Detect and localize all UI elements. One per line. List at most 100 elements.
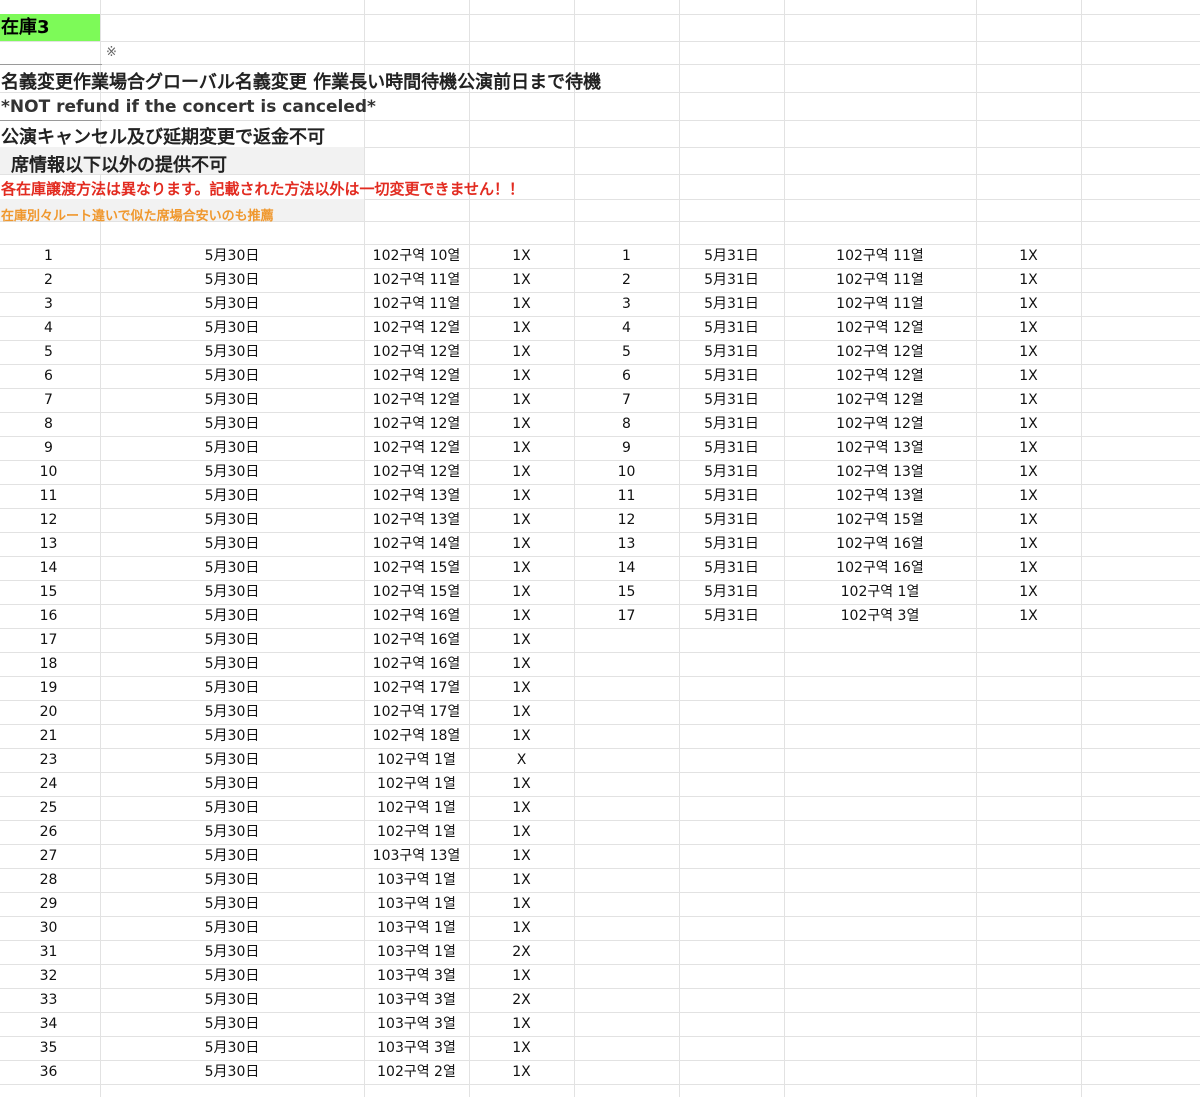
may30-cell-qty[interactable]: 1X xyxy=(469,964,574,988)
may31-cell-qty[interactable]: 1X xyxy=(976,436,1081,460)
may30-cell-date[interactable]: 5月30日 xyxy=(100,820,364,844)
may30-cell-seat[interactable]: 102구역 12열 xyxy=(364,340,469,364)
may30-cell-date[interactable]: 5月30日 xyxy=(100,772,364,796)
may30-cell-date[interactable]: 5月30日 xyxy=(100,748,364,772)
may30-cell-no[interactable]: 30 xyxy=(0,916,97,940)
may30-cell-qty[interactable]: 1X xyxy=(469,340,574,364)
may30-cell-no[interactable]: 32 xyxy=(0,964,97,988)
may31-cell-no[interactable]: 6 xyxy=(574,364,679,388)
may31-cell-seat[interactable]: 102구역 12열 xyxy=(784,388,976,412)
may30-cell-no[interactable]: 31 xyxy=(0,940,97,964)
may31-cell-no[interactable]: 10 xyxy=(574,460,679,484)
may30-cell-no[interactable]: 3 xyxy=(0,292,97,316)
may30-cell-seat[interactable]: 103구역 1열 xyxy=(364,892,469,916)
may31-cell-no[interactable]: 3 xyxy=(574,292,679,316)
may31-cell-seat[interactable]: 102구역 13열 xyxy=(784,436,976,460)
may31-cell-no[interactable]: 17 xyxy=(574,604,679,628)
may30-cell-qty[interactable]: 1X xyxy=(469,772,574,796)
may30-cell-seat[interactable]: 102구역 15열 xyxy=(364,580,469,604)
may31-cell-qty[interactable]: 1X xyxy=(976,244,1081,268)
may30-cell-no[interactable]: 10 xyxy=(0,460,97,484)
may31-cell-qty[interactable]: 1X xyxy=(976,484,1081,508)
may31-cell-date[interactable]: 5月31日 xyxy=(679,436,784,460)
may31-cell-qty[interactable]: 1X xyxy=(976,556,1081,580)
may30-cell-seat[interactable]: 103구역 3열 xyxy=(364,988,469,1012)
may30-cell-seat[interactable]: 102구역 13열 xyxy=(364,484,469,508)
may30-cell-no[interactable]: 13 xyxy=(0,532,97,556)
may30-cell-date[interactable]: 5月30日 xyxy=(100,436,364,460)
may31-cell-qty[interactable]: 1X xyxy=(976,532,1081,556)
may30-cell-seat[interactable]: 103구역 1열 xyxy=(364,940,469,964)
may30-cell-qty[interactable]: 1X xyxy=(469,1036,574,1060)
may30-cell-qty[interactable]: 1X xyxy=(469,1012,574,1036)
may31-cell-no[interactable]: 13 xyxy=(574,532,679,556)
may30-cell-no[interactable]: 7 xyxy=(0,388,97,412)
may30-cell-seat[interactable]: 102구역 18열 xyxy=(364,724,469,748)
may30-cell-qty[interactable]: 1X xyxy=(469,676,574,700)
may30-cell-seat[interactable]: 103구역 3열 xyxy=(364,1036,469,1060)
may30-cell-seat[interactable]: 102구역 10열 xyxy=(364,244,469,268)
may30-cell-qty[interactable]: 2X xyxy=(469,988,574,1012)
may30-cell-no[interactable]: 27 xyxy=(0,844,97,868)
may30-cell-qty[interactable]: 1X xyxy=(469,820,574,844)
may30-cell-date[interactable]: 5月30日 xyxy=(100,676,364,700)
may30-cell-seat[interactable]: 102구역 14열 xyxy=(364,532,469,556)
may30-cell-no[interactable]: 26 xyxy=(0,820,97,844)
may31-cell-qty[interactable]: 1X xyxy=(976,268,1081,292)
may30-cell-date[interactable]: 5月30日 xyxy=(100,892,364,916)
may30-cell-no[interactable]: 28 xyxy=(0,868,97,892)
may30-cell-qty[interactable]: 1X xyxy=(469,388,574,412)
may31-cell-qty[interactable]: 1X xyxy=(976,316,1081,340)
may30-cell-seat[interactable]: 102구역 16열 xyxy=(364,628,469,652)
may31-cell-seat[interactable]: 102구역 15열 xyxy=(784,508,976,532)
may30-cell-seat[interactable]: 102구역 16열 xyxy=(364,652,469,676)
may30-cell-seat[interactable]: 103구역 1열 xyxy=(364,868,469,892)
may31-cell-date[interactable]: 5月31日 xyxy=(679,244,784,268)
may31-cell-seat[interactable]: 102구역 16열 xyxy=(784,532,976,556)
may30-cell-date[interactable]: 5月30日 xyxy=(100,484,364,508)
may31-cell-date[interactable]: 5月31日 xyxy=(679,508,784,532)
may30-cell-qty[interactable]: 1X xyxy=(469,316,574,340)
may30-cell-date[interactable]: 5月30日 xyxy=(100,868,364,892)
may30-cell-qty[interactable]: 1X xyxy=(469,868,574,892)
may30-cell-date[interactable]: 5月30日 xyxy=(100,340,364,364)
may30-cell-no[interactable]: 20 xyxy=(0,700,97,724)
may31-cell-no[interactable]: 1 xyxy=(574,244,679,268)
may30-cell-qty[interactable]: 1X xyxy=(469,892,574,916)
may30-cell-no[interactable]: 8 xyxy=(0,412,97,436)
may30-cell-no[interactable]: 29 xyxy=(0,892,97,916)
may30-cell-date[interactable]: 5月30日 xyxy=(100,292,364,316)
may31-cell-qty[interactable]: 1X xyxy=(976,340,1081,364)
may31-cell-qty[interactable]: 1X xyxy=(976,388,1081,412)
may31-cell-seat[interactable]: 102구역 12열 xyxy=(784,316,976,340)
may30-cell-no[interactable]: 36 xyxy=(0,1060,97,1084)
may30-cell-qty[interactable]: 1X xyxy=(469,244,574,268)
may30-cell-date[interactable]: 5月30日 xyxy=(100,844,364,868)
may31-cell-no[interactable]: 9 xyxy=(574,436,679,460)
may30-cell-no[interactable]: 34 xyxy=(0,1012,97,1036)
may31-cell-seat[interactable]: 102구역 12열 xyxy=(784,364,976,388)
may31-cell-no[interactable]: 4 xyxy=(574,316,679,340)
may31-cell-date[interactable]: 5月31日 xyxy=(679,412,784,436)
may30-cell-qty[interactable]: 1X xyxy=(469,604,574,628)
may30-cell-seat[interactable]: 103구역 13열 xyxy=(364,844,469,868)
may31-cell-date[interactable]: 5月31日 xyxy=(679,388,784,412)
may31-cell-no[interactable]: 15 xyxy=(574,580,679,604)
may30-cell-date[interactable]: 5月30日 xyxy=(100,364,364,388)
may30-cell-qty[interactable]: 1X xyxy=(469,436,574,460)
may30-cell-date[interactable]: 5月30日 xyxy=(100,388,364,412)
may31-cell-seat[interactable]: 102구역 11열 xyxy=(784,268,976,292)
may30-cell-date[interactable]: 5月30日 xyxy=(100,652,364,676)
may30-cell-no[interactable]: 5 xyxy=(0,340,97,364)
may30-cell-no[interactable]: 16 xyxy=(0,604,97,628)
may30-cell-seat[interactable]: 102구역 13열 xyxy=(364,508,469,532)
may31-cell-qty[interactable]: 1X xyxy=(976,580,1081,604)
may31-cell-qty[interactable]: 1X xyxy=(976,412,1081,436)
may30-cell-seat[interactable]: 102구역 1열 xyxy=(364,772,469,796)
may30-cell-date[interactable]: 5月30日 xyxy=(100,532,364,556)
may31-cell-date[interactable]: 5月31日 xyxy=(679,292,784,316)
may30-cell-seat[interactable]: 102구역 11열 xyxy=(364,292,469,316)
may31-cell-no[interactable]: 5 xyxy=(574,340,679,364)
may31-cell-qty[interactable]: 1X xyxy=(976,508,1081,532)
may31-cell-date[interactable]: 5月31日 xyxy=(679,364,784,388)
